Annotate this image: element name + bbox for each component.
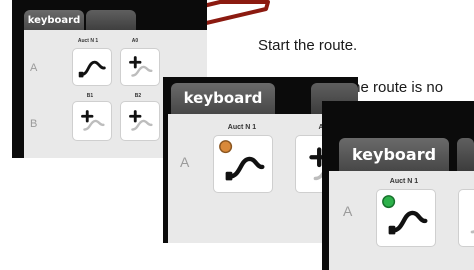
route-button-a1[interactable]: [72, 48, 112, 86]
add-route-icon: [129, 56, 153, 77]
status-led-icon: [219, 140, 233, 154]
tab-next[interactable]: [457, 138, 474, 171]
add-route-button-a2[interactable]: [120, 48, 160, 86]
route-button-a1[interactable]: [213, 135, 273, 193]
add-route-icon: [81, 110, 105, 131]
add-route-button-a2[interactable]: [458, 189, 474, 247]
keyboard-grid: Auct N 1 A: [329, 171, 474, 270]
route-icon: [382, 195, 428, 235]
add-route-icon: [129, 110, 153, 131]
column-label: Auct N 1: [389, 178, 419, 185]
keyboard-panel-active: keyboard Auct N 1 A: [322, 101, 474, 270]
add-route-button-b1[interactable]: [72, 101, 112, 141]
add-route-icon: [470, 230, 474, 234]
tab-keyboard[interactable]: keyboard: [24, 10, 84, 32]
column-label: B2: [134, 93, 142, 99]
route-icon: [78, 60, 106, 78]
column-label: Auct N 1: [77, 38, 99, 44]
column-label: Auct N 1: [227, 124, 257, 131]
row-label: A: [180, 154, 190, 170]
column-label: A0: [131, 38, 139, 44]
tab-keyboard[interactable]: keyboard: [171, 83, 275, 114]
column-label: B1: [86, 93, 94, 99]
add-route-button-b2[interactable]: [120, 101, 160, 141]
tab-next[interactable]: [86, 10, 136, 32]
route-button-a1[interactable]: [376, 189, 436, 247]
row-label: B: [30, 118, 38, 130]
step-caption: The route is no: [343, 79, 444, 96]
step-caption: Start the route.: [258, 37, 358, 54]
status-led-icon: [382, 195, 396, 209]
tab-keyboard[interactable]: keyboard: [339, 138, 449, 171]
row-label: A: [343, 203, 353, 219]
row-label: A: [30, 62, 38, 74]
route-icon: [219, 140, 265, 181]
